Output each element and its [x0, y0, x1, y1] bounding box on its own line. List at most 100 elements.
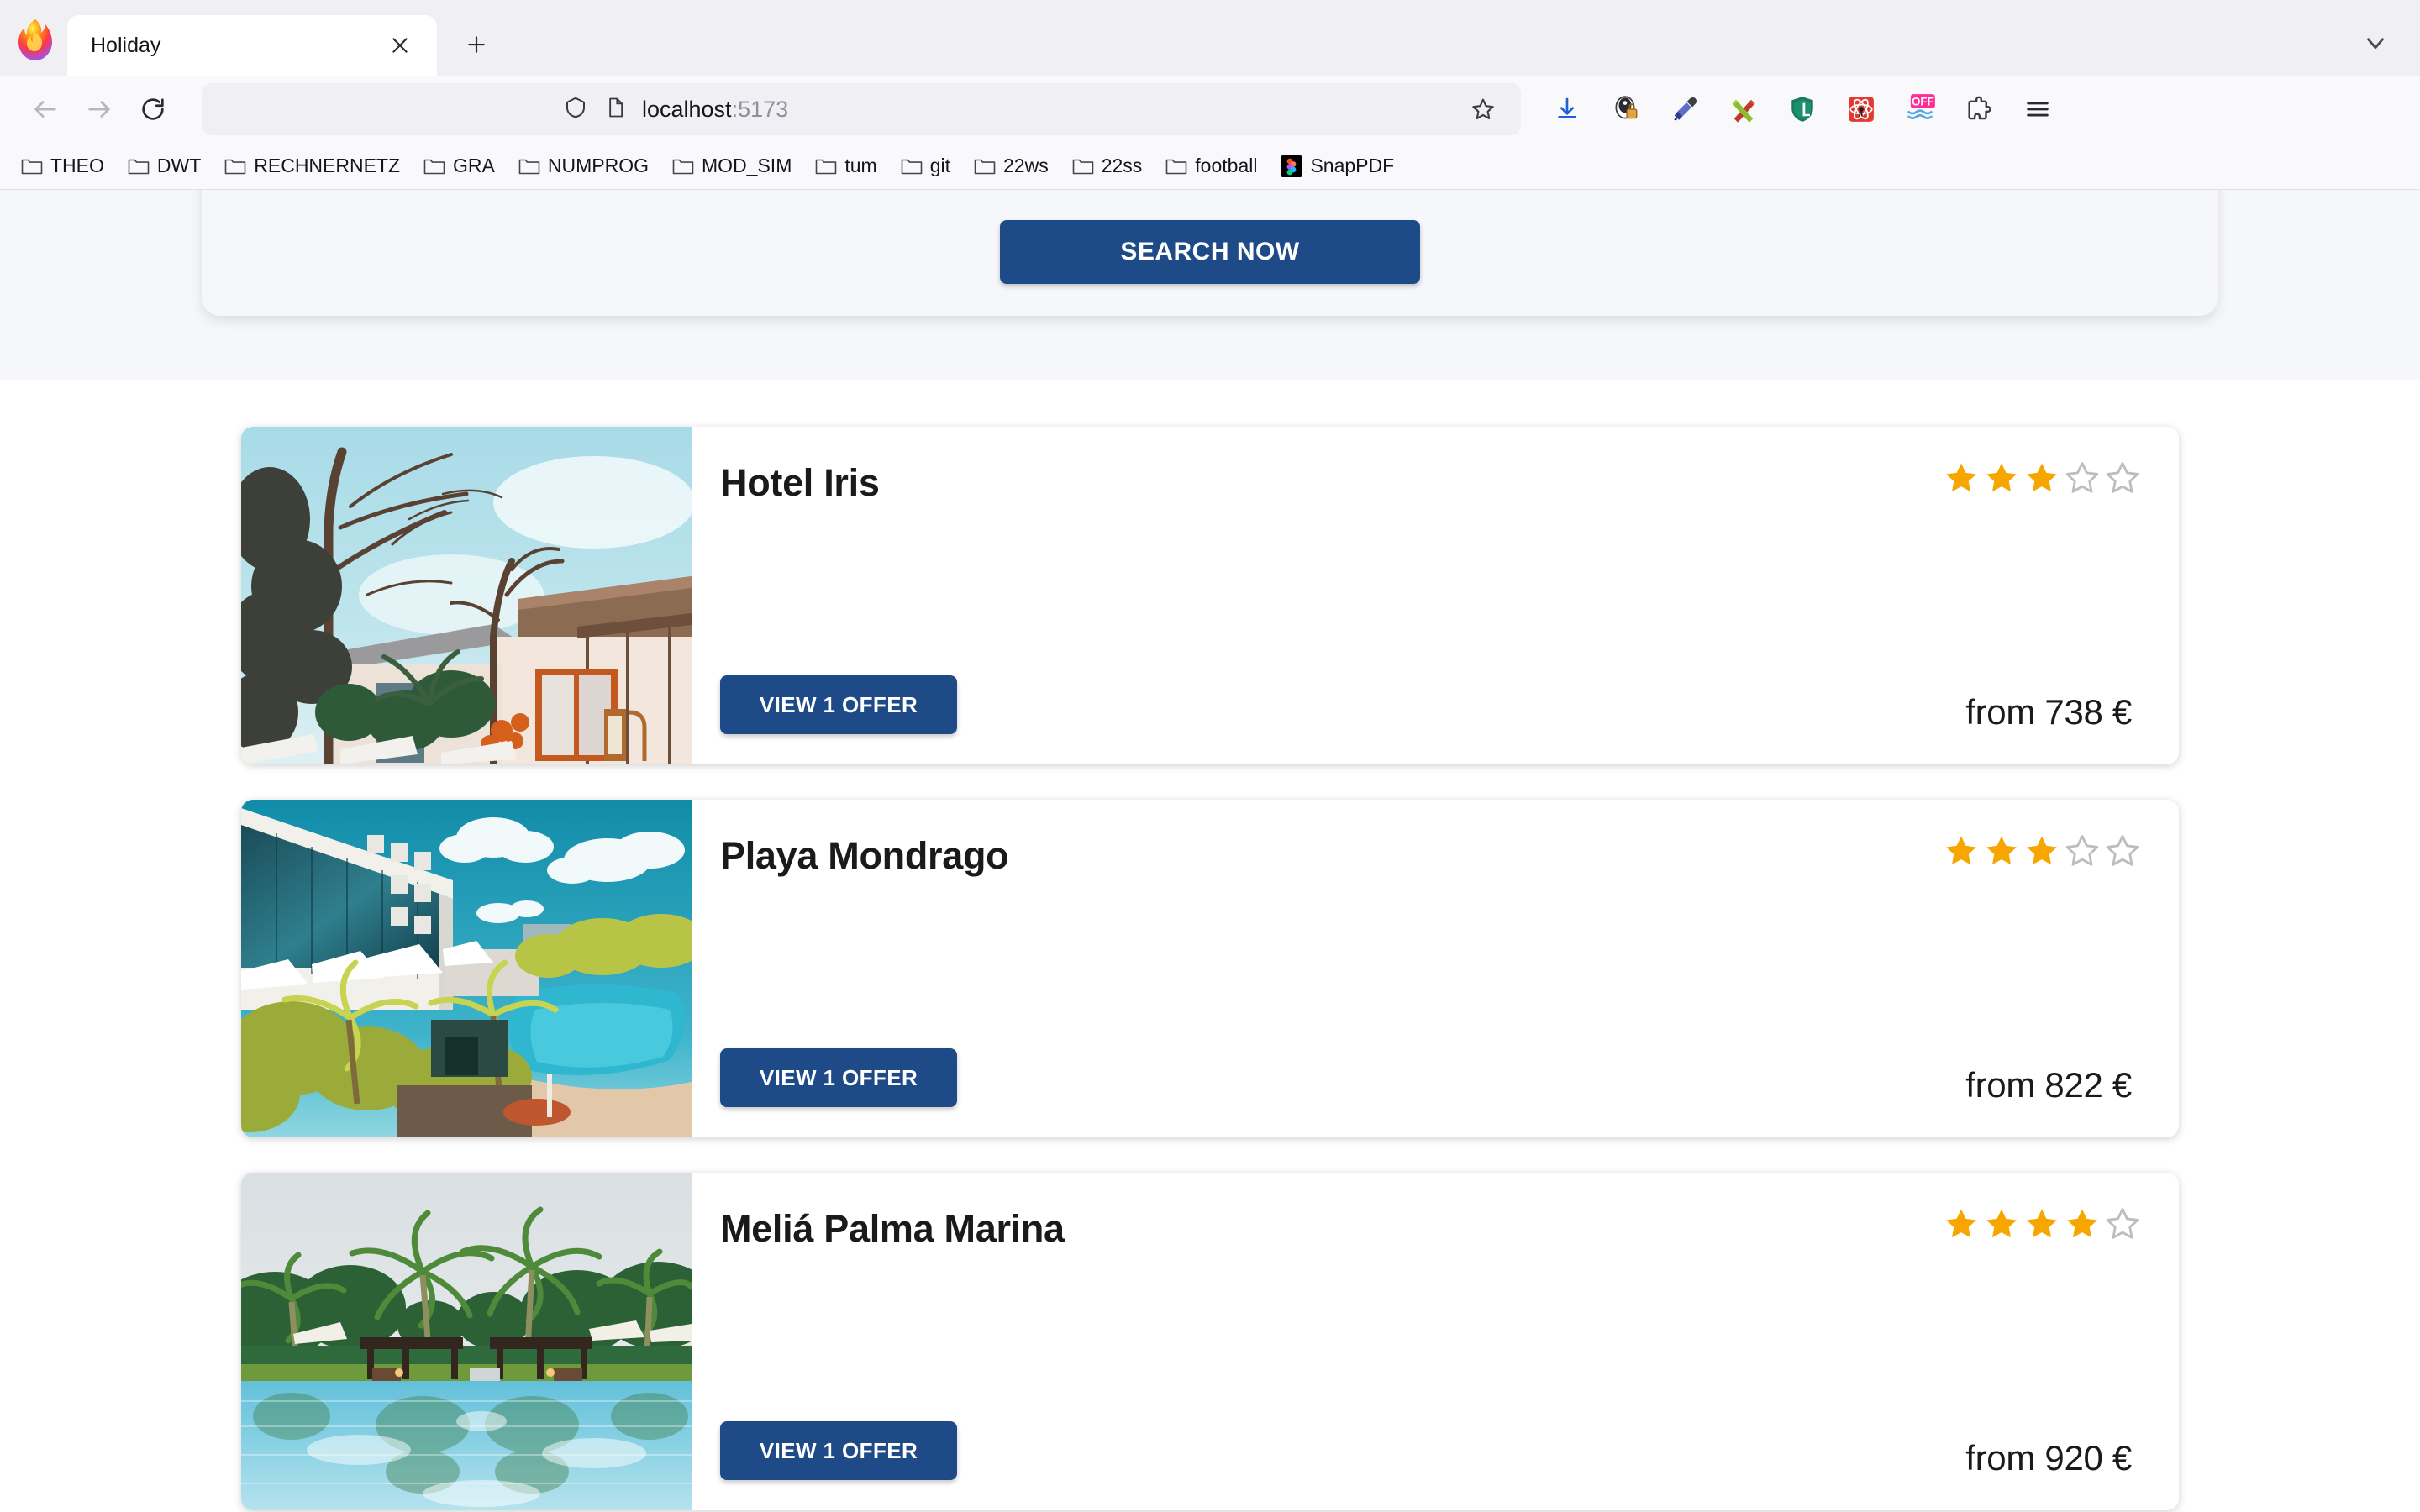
privacy-badger-icon[interactable]	[1600, 83, 1652, 135]
bookmark-label: RECHNERNETZ	[254, 155, 401, 176]
hotel-result-card[interactable]: Meliá Palma Marina VIEW 1 OFFER from 920…	[241, 1173, 2179, 1510]
bookmark-item[interactable]: RECHNERNETZ	[215, 150, 409, 181]
close-icon[interactable]	[381, 27, 418, 64]
bookmark-item[interactable]: football	[1156, 150, 1266, 181]
hotel-card-body: Hotel Iris VIEW 1 OFFER from 738 €	[692, 427, 2179, 764]
bookmark-item[interactable]: tum	[806, 150, 886, 181]
bookmark-item[interactable]: MOD_SIM	[663, 150, 801, 181]
star-empty-icon	[2065, 835, 2099, 866]
hotel-image	[241, 800, 692, 1137]
folder-icon	[815, 157, 837, 176]
shield-icon[interactable]	[563, 95, 588, 124]
star-rating	[1944, 460, 2140, 496]
star-filled-icon	[2027, 463, 2057, 492]
folder-icon	[1165, 157, 1187, 176]
bookmark-item[interactable]: SnapPDF	[1271, 150, 1403, 181]
hotel-name: Meliá Palma Marina	[720, 1207, 1065, 1250]
bookmark-label: git	[929, 155, 950, 176]
page-icon[interactable]	[603, 96, 627, 123]
star-filled-icon	[1986, 463, 2017, 492]
folder-icon	[1072, 157, 1094, 176]
site-favicon-icon	[1281, 155, 1303, 177]
hotel-image	[241, 1173, 692, 1510]
folder-icon	[21, 157, 43, 176]
bookmark-label: NUMPROG	[547, 155, 650, 176]
hero-search-section: SEARCH NOW	[0, 190, 2420, 380]
extensions-puzzle-icon[interactable]	[1953, 83, 2005, 135]
results-list: Hotel Iris VIEW 1 OFFER from 738 € Playa…	[0, 380, 2420, 1510]
folder-icon	[224, 157, 246, 176]
star-filled-icon	[2027, 836, 2057, 865]
hotel-price: from 738 €	[1965, 692, 2132, 732]
bookmark-label: tum	[844, 155, 877, 176]
browser-tab[interactable]: Holiday	[67, 15, 437, 76]
bookmark-label: THEO	[50, 155, 104, 176]
star-filled-icon	[1946, 463, 1976, 492]
bookmark-item[interactable]: 22ws	[965, 150, 1058, 181]
hotel-card-body: Meliá Palma Marina VIEW 1 OFFER from 920…	[692, 1173, 2179, 1510]
folder-icon	[974, 157, 996, 176]
url-bar-icons	[563, 95, 627, 124]
bookmark-item[interactable]: DWT	[118, 150, 210, 181]
reload-icon[interactable]	[126, 82, 180, 136]
bookmark-item[interactable]: 22ss	[1063, 150, 1152, 181]
star-filled-icon	[2067, 1209, 2097, 1238]
hotel-image	[241, 427, 692, 764]
bookmark-star-icon[interactable]	[1462, 88, 1504, 130]
svg-text:OFF: OFF	[1912, 96, 1934, 108]
star-empty-icon	[2106, 835, 2139, 866]
lastpass-icon[interactable]	[1776, 83, 1828, 135]
tab-strip: Holiday	[0, 0, 2420, 76]
tab-title: Holiday	[91, 33, 161, 57]
browser-window: Holiday localhost:5173 OFF THEO DWT RECH…	[0, 0, 2420, 1512]
firefox-logo-icon	[12, 17, 59, 64]
bookmark-item[interactable]: THEO	[12, 150, 113, 181]
star-empty-icon	[2106, 1208, 2139, 1239]
bookmark-label: SnapPDF	[1310, 155, 1395, 176]
bookmark-item[interactable]: NUMPROG	[509, 150, 658, 181]
bookmark-label: football	[1195, 155, 1258, 176]
hotel-result-card[interactable]: Playa Mondrago VIEW 1 OFFER from 822 €	[241, 800, 2179, 1137]
hotel-price: from 920 €	[1965, 1438, 2132, 1478]
view-offer-button[interactable]: VIEW 1 OFFER	[720, 1421, 957, 1480]
folder-icon	[128, 157, 150, 176]
bookmark-label: GRA	[453, 155, 495, 176]
forward-arrow-icon[interactable]	[72, 82, 126, 136]
star-filled-icon	[1946, 1209, 1976, 1238]
url-text: localhost:5173	[642, 97, 788, 123]
bookmark-label: MOD_SIM	[702, 155, 792, 176]
bookmark-label: 22ws	[1003, 155, 1049, 176]
view-offer-button[interactable]: VIEW 1 OFFER	[720, 1048, 957, 1107]
star-filled-icon	[1986, 1209, 2017, 1238]
back-arrow-icon[interactable]	[18, 82, 72, 136]
hotel-card-footer: VIEW 1 OFFER from 822 €	[720, 1048, 2132, 1107]
bookmark-item[interactable]: git	[892, 150, 960, 181]
navigation-toolbar: localhost:5173 OFF	[0, 76, 2420, 143]
extension-toolbar: OFF	[1541, 83, 2064, 135]
view-offer-button[interactable]: VIEW 1 OFFER	[720, 675, 957, 734]
app-menu-icon[interactable]	[2012, 83, 2064, 135]
off-toggle-icon[interactable]: OFF	[1894, 83, 1946, 135]
hotel-result-card[interactable]: Hotel Iris VIEW 1 OFFER from 738 €	[241, 427, 2179, 764]
hotel-card-footer: VIEW 1 OFFER from 738 €	[720, 675, 2132, 734]
bookmark-item[interactable]: GRA	[414, 150, 504, 181]
hotel-name: Playa Mondrago	[720, 834, 1009, 877]
star-empty-icon	[2065, 462, 2099, 493]
folder-icon	[901, 157, 923, 176]
hotel-name: Hotel Iris	[720, 461, 880, 504]
list-all-tabs-chevron-down-icon[interactable]	[2349, 17, 2402, 69]
search-now-button[interactable]: SEARCH NOW	[1000, 220, 1420, 284]
new-tab-button[interactable]	[450, 18, 502, 71]
star-rating	[1944, 1206, 2140, 1242]
folder-icon	[672, 157, 694, 176]
url-bar[interactable]: localhost:5173	[202, 83, 1521, 135]
downloads-icon[interactable]	[1541, 83, 1593, 135]
react-devtools-icon[interactable]	[1835, 83, 1887, 135]
hotel-card-footer: VIEW 1 OFFER from 920 €	[720, 1421, 2132, 1480]
star-filled-icon	[1946, 836, 1976, 865]
search-panel: SEARCH NOW	[202, 190, 2218, 316]
bookmarks-toolbar: THEO DWT RECHNERNETZ GRA NUMPROG MOD_SIM…	[0, 143, 2420, 190]
hotel-card-body: Playa Mondrago VIEW 1 OFFER from 822 €	[692, 800, 2179, 1137]
eyedropper-icon[interactable]	[1659, 83, 1711, 135]
colorzilla-icon[interactable]	[1718, 83, 1770, 135]
